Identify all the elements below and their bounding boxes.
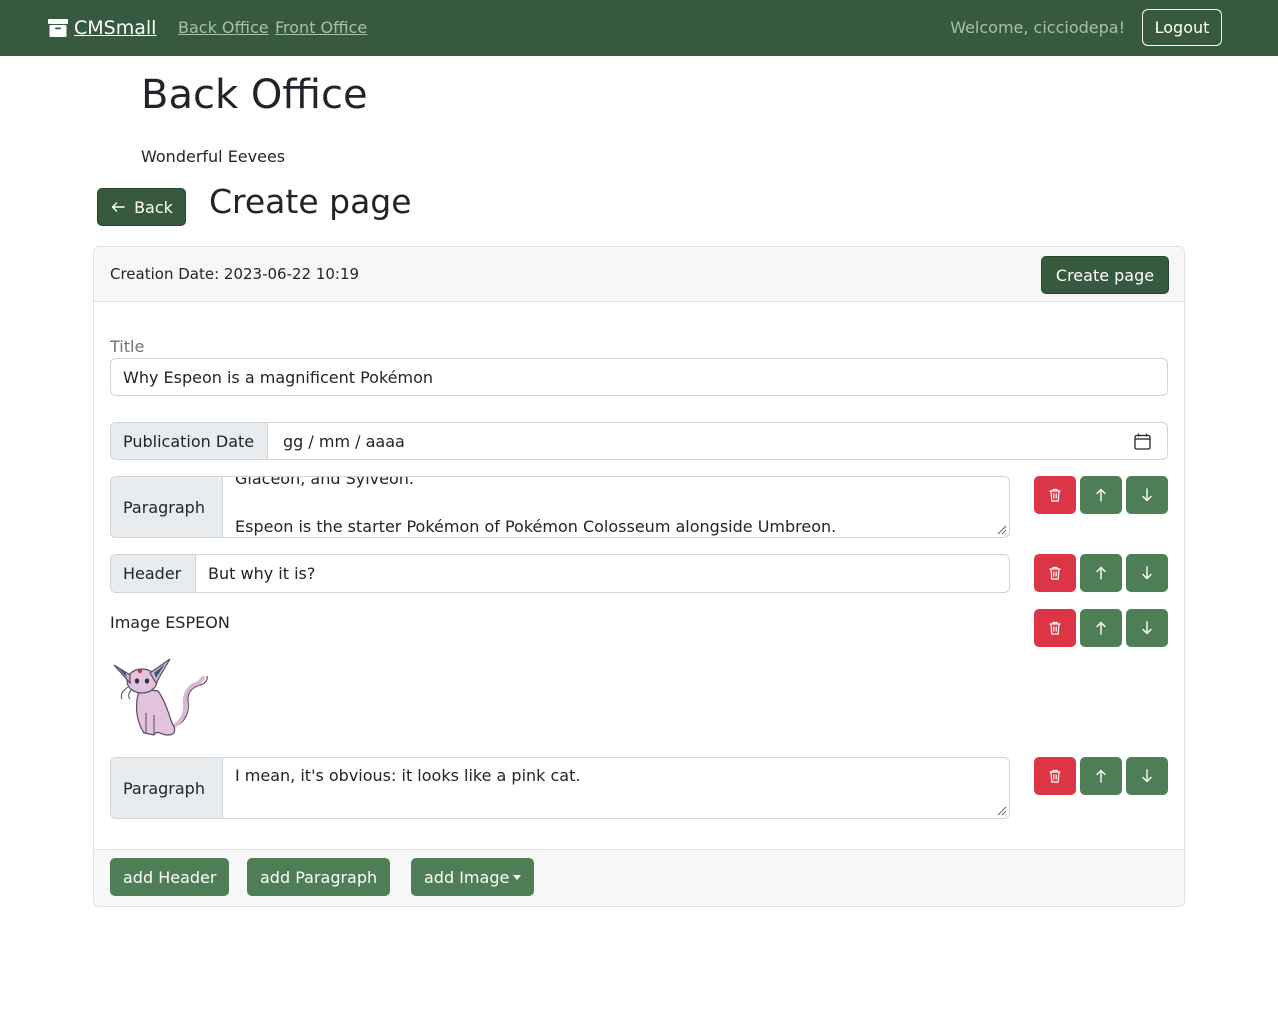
title-label: Title	[110, 337, 145, 356]
arrow-down-icon	[1142, 488, 1152, 502]
brand-label: CMSmall	[74, 17, 157, 39]
arrow-up-icon	[1096, 621, 1106, 635]
add-header-button[interactable]: add Header	[110, 858, 230, 896]
nav-link-front-office[interactable]: Front Office	[275, 18, 367, 37]
card-header: Creation Date: 2023-06-22 10:19 Create p…	[94, 247, 1184, 302]
resize-handle-icon[interactable]	[995, 804, 1007, 816]
add-image-dropdown[interactable]: add Image	[411, 858, 535, 896]
arrow-up-icon	[1096, 566, 1106, 580]
trash-icon	[1049, 488, 1061, 502]
move-down-button[interactable]	[1126, 757, 1168, 795]
arrow-left-icon	[111, 202, 125, 212]
header-block: Header But why it is?	[110, 554, 1010, 593]
publication-date-placeholder: gg / mm / aaaa	[283, 432, 405, 451]
form-title: Create page	[209, 182, 412, 221]
calendar-icon[interactable]	[1134, 433, 1151, 450]
creation-date: Creation Date: 2023-06-22 10:19	[110, 265, 360, 283]
header-label: Header	[111, 555, 196, 592]
arrow-down-icon	[1142, 566, 1152, 580]
paragraph-textarea[interactable]: Glaceon, and Sylveon. Espeon is the star…	[223, 477, 1009, 537]
welcome-text: Welcome, cicciodepa!	[950, 18, 1125, 37]
resize-handle-icon[interactable]	[995, 523, 1007, 535]
paragraph-label: Paragraph	[111, 758, 223, 818]
create-page-button[interactable]: Create page	[1041, 256, 1169, 294]
arrow-up-icon	[1096, 488, 1106, 502]
move-up-button[interactable]	[1080, 554, 1122, 592]
publication-date-group: Publication Date gg / mm / aaaa	[110, 422, 1168, 460]
arrow-down-icon	[1142, 621, 1152, 635]
paragraph-block: Paragraph I mean, it's obvious: it looks…	[110, 757, 1010, 819]
paragraph-text: Glaceon, and Sylveon. Espeon is the star…	[235, 477, 837, 536]
archive-icon	[48, 19, 68, 37]
header-value: But why it is?	[208, 564, 316, 583]
publication-date-input[interactable]: gg / mm / aaaa	[268, 423, 1167, 459]
image-block-label: Image ESPEON	[110, 613, 230, 632]
paragraph-block: Paragraph Glaceon, and Sylveon. Espeon i…	[110, 476, 1010, 538]
move-up-button[interactable]	[1080, 757, 1122, 795]
arrow-up-icon	[1096, 769, 1106, 783]
back-button[interactable]: Back	[97, 188, 186, 226]
site-name: Wonderful Eevees	[141, 147, 286, 166]
paragraph-label: Paragraph	[111, 477, 223, 537]
move-down-button[interactable]	[1126, 609, 1168, 647]
delete-block-button[interactable]	[1034, 609, 1076, 647]
move-up-button[interactable]	[1080, 609, 1122, 647]
arrow-down-icon	[1142, 769, 1152, 783]
nav-link-back-office[interactable]: Back Office	[178, 18, 269, 37]
move-up-button[interactable]	[1080, 476, 1122, 514]
paragraph-text: I mean, it's obvious: it looks like a pi…	[235, 766, 581, 785]
title-value: Why Espeon is a magnificent Pokémon	[123, 368, 434, 387]
caret-down-icon	[513, 874, 522, 880]
brand-link[interactable]: CMSmall	[48, 14, 156, 42]
delete-block-button[interactable]	[1034, 554, 1076, 592]
delete-block-button[interactable]	[1034, 476, 1076, 514]
delete-block-button[interactable]	[1034, 757, 1076, 795]
add-paragraph-button[interactable]: add Paragraph	[247, 858, 391, 896]
card-footer: add Header add Paragraph add Image	[94, 849, 1184, 906]
trash-icon	[1049, 621, 1061, 635]
trash-icon	[1049, 769, 1061, 783]
move-down-button[interactable]	[1126, 554, 1168, 592]
add-image-label: add Image	[424, 867, 510, 887]
page-title: Back Office	[141, 72, 368, 118]
paragraph-textarea[interactable]: I mean, it's obvious: it looks like a pi…	[223, 758, 1009, 818]
navbar: CMSmall Back Office Front Office Welcome…	[0, 0, 1278, 56]
publication-date-label: Publication Date	[111, 423, 268, 459]
logout-button[interactable]: Logout	[1142, 9, 1222, 46]
move-down-button[interactable]	[1126, 476, 1168, 514]
espeon-image	[113, 658, 208, 736]
title-input[interactable]: Why Espeon is a magnificent Pokémon	[110, 358, 1168, 396]
page-editor-card: Creation Date: 2023-06-22 10:19 Create p…	[93, 246, 1185, 907]
header-input[interactable]: But why it is?	[196, 555, 1009, 592]
back-button-label: Back	[134, 197, 173, 217]
trash-icon	[1049, 566, 1061, 580]
